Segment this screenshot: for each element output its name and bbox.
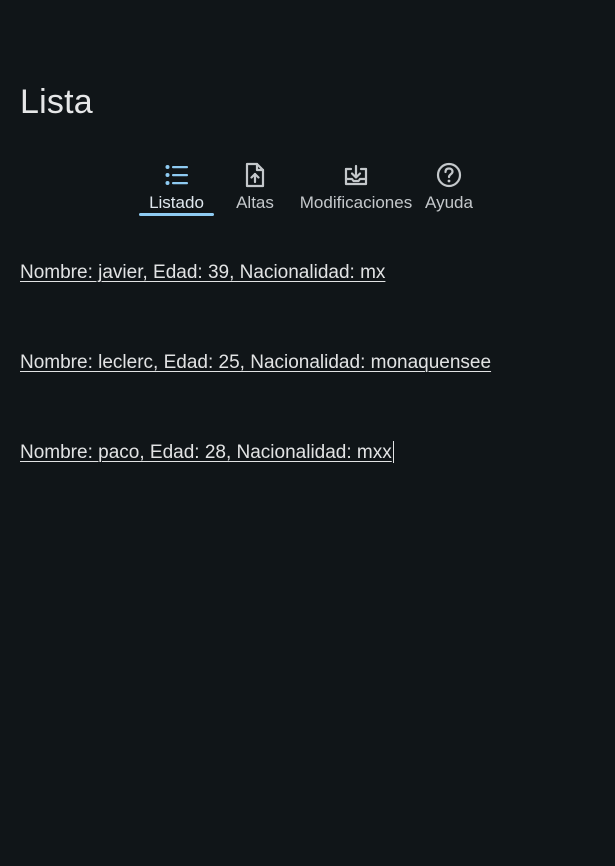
records-list: Nombre: javier, Edad: 39, Nacionalidad: … — [20, 260, 491, 530]
record-link[interactable]: Nombre: leclerc, Edad: 25, Nacionalidad:… — [20, 352, 491, 373]
tab-ayuda-label: Ayuda — [425, 193, 473, 212]
page-title: Lista — [20, 83, 93, 121]
tab-altas-label: Altas — [236, 193, 274, 212]
tab-modificaciones[interactable]: Modificaciones — [292, 160, 420, 218]
tab-ayuda[interactable]: Ayuda — [420, 160, 478, 218]
tab-bar: Listado Altas Modificaciones Ayuda — [137, 160, 478, 218]
active-tab-indicator — [139, 213, 214, 216]
list-item: Nombre: leclerc, Edad: 25, Nacionalidad:… — [20, 350, 491, 440]
list-item: Nombre: javier, Edad: 39, Nacionalidad: … — [20, 260, 491, 350]
tray-download-icon — [342, 161, 370, 189]
tab-modificaciones-label: Modificaciones — [299, 193, 413, 212]
list-item: Nombre: paco, Edad: 28, Nacionalidad: mx… — [20, 440, 491, 530]
record-link[interactable]: Nombre: paco, Edad: 28, Nacionalidad: mx… — [20, 442, 392, 463]
record-link[interactable]: Nombre: javier, Edad: 39, Nacionalidad: … — [20, 262, 385, 283]
file-upload-icon — [241, 161, 269, 189]
list-icon — [163, 161, 191, 189]
help-circle-icon — [435, 161, 463, 189]
text-cursor — [392, 441, 394, 463]
tab-listado[interactable]: Listado — [137, 160, 216, 218]
tab-altas[interactable]: Altas — [224, 160, 286, 218]
tab-listado-label: Listado — [149, 193, 204, 212]
